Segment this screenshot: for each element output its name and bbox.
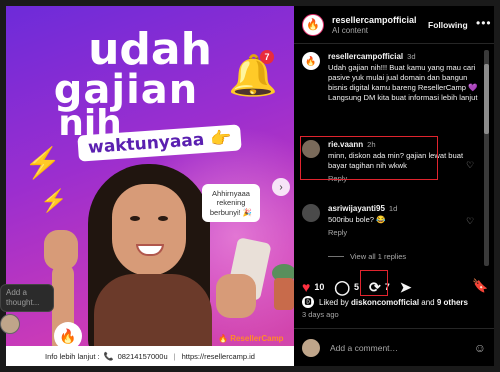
info-phone: 08214157000u [117,351,168,361]
comment-like-icon[interactable]: ♡ [466,216,474,227]
avatar[interactable] [0,314,20,334]
divider: | [173,351,176,361]
share-action[interactable]: ➤ [400,279,416,296]
following-button[interactable]: Following [428,20,468,30]
comment-icon[interactable]: ◯ [334,279,350,296]
lightning-icon: ⚡ [24,147,62,180]
post-image[interactable]: udah gajian nih waktunyaaa 👉 🔔 7 ⚡ ⚡ Ahh… [6,6,294,366]
add-thought-note[interactable]: Add a thought... [0,284,54,312]
liked-by-others[interactable]: 9 others [437,298,468,307]
view-replies-label: View all 1 replies [350,252,407,261]
lightning-icon: ⚡ [40,188,68,213]
author-subtitle: AI content [332,25,369,35]
eye [130,216,140,221]
reply-button[interactable]: Reply [328,228,478,238]
emoji-icon[interactable]: ☺ [474,341,486,355]
heart-filled-icon[interactable]: ♥ [302,279,310,295]
repost-highlight-box [360,270,388,296]
scrollbar-thumb[interactable] [484,64,489,134]
eye [158,216,168,221]
fist [44,230,78,270]
caption-text: Udah gajian nih!!! Buat kamu yang mau ca… [328,63,478,102]
avatar [302,338,320,357]
author-avatar[interactable]: 🔥 [302,13,324,36]
face [112,184,186,276]
comment-panel: 🔥 resellercampofficial AI content Follow… [294,6,494,366]
caption-time: 3d [407,52,416,61]
brand-mark-text: ResellerCamp [230,334,284,343]
more-options-icon[interactable]: ••• [476,16,492,30]
caption: 🔥 resellercampofficial 3d Udah gajian nih… [302,52,478,103]
post-header: 🔥 resellercampofficial AI content Follow… [294,6,494,44]
like-count: 10 [314,282,325,292]
info-lead: Info lebih lanjut : [45,351,100,361]
liker-avatar[interactable]: 🅳 [302,296,314,308]
phone-icon: 📞 [103,351,114,361]
comment-avatar[interactable] [302,204,320,222]
divider [328,256,344,257]
comment-username[interactable]: asriwijayanti95 [328,204,385,213]
comment-like-icon[interactable]: ♡ [466,160,474,171]
carousel-next-button[interactable]: › [272,178,290,196]
liked-by-prefix: Liked by [319,297,349,307]
liked-by-user[interactable]: diskoncomofficial [351,298,419,307]
info-url: https://resellercamp.id [181,351,255,361]
comment-highlight-box [300,136,438,180]
brand-mark: 🔥 ResellerCamp [218,334,284,343]
bookmark-icon[interactable]: 🔖 [472,278,488,294]
bell-badge: 7 [260,50,274,64]
comment-count: 5 [354,282,360,292]
liked-by-join: and [421,297,435,307]
comment-item: asriwijayanti95 1d 500ribu bole? 😂 Reply [302,204,478,238]
author-username[interactable]: resellercampofficial [332,15,417,25]
info-footer: Info lebih lanjut : 📞 08214157000u | htt… [6,346,294,366]
caption-avatar[interactable]: 🔥 [302,52,320,70]
share-icon[interactable]: ➤ [400,279,412,296]
hand [216,274,256,318]
speech-bubble: Ahhirnyaaa rekening berbunyi! 🎉 [202,184,260,223]
liked-by: 🅳 Liked by diskoncomofficial and 9 other… [302,296,468,308]
comment-text: 500ribu bole? 😂 [328,215,386,225]
caption-username[interactable]: resellercampofficial [328,52,403,61]
add-comment-bar: Add a comment… ☺ [294,328,494,366]
post-date: 3 days ago [302,310,339,319]
like-action[interactable]: ♥ 10 [302,279,324,295]
smile [136,244,164,256]
scrollbar[interactable] [484,50,489,266]
plant-pot [274,278,294,310]
view-replies-link[interactable]: View all 1 replies [328,252,406,261]
add-comment-input[interactable]: Add a comment… [330,343,474,353]
comment-time: 1d [388,204,398,213]
comment-action[interactable]: ◯ 5 [334,279,359,296]
